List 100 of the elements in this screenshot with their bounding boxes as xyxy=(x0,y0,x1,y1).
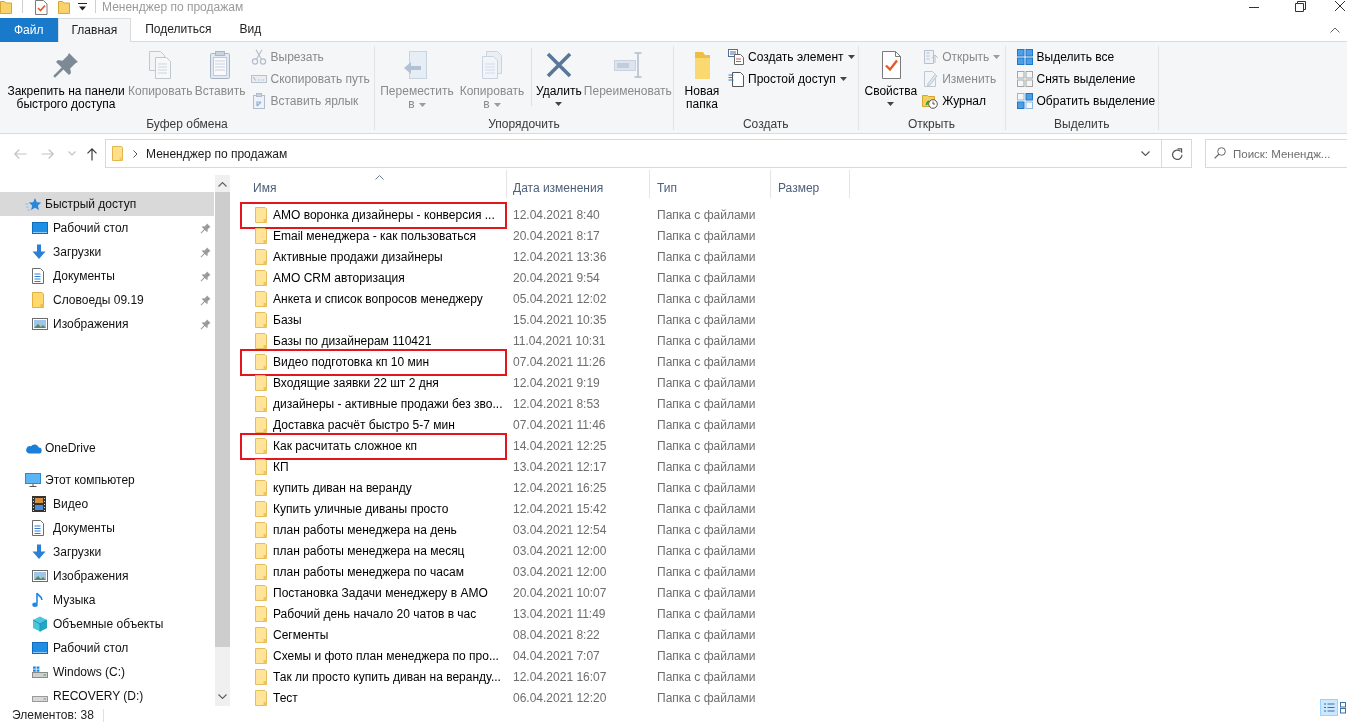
ribbon-button[interactable]: Новая папка xyxy=(680,42,724,116)
file-name[interactable]: дизайнеры - активные продажи без зво... xyxy=(273,396,503,411)
nav-item[interactable]: Видео xyxy=(0,492,214,516)
file-name[interactable]: купить диван на веранду xyxy=(273,480,412,495)
nav-item[interactable]: Рабочий стол xyxy=(0,216,214,240)
drive-icon xyxy=(32,666,48,678)
folder-icon[interactable] xyxy=(0,0,12,14)
file-name[interactable]: план работы менеджера на месяц xyxy=(273,543,465,558)
file-name[interactable]: Сегменты xyxy=(273,627,329,642)
ribbon-tab[interactable]: Поделиться xyxy=(131,18,226,41)
modified-date: 15.04.2021 10:35 xyxy=(512,312,608,327)
nav-item[interactable]: Загрузки xyxy=(0,540,214,564)
document-icon xyxy=(32,268,44,284)
file-type: Папка с файлами xyxy=(656,249,757,264)
file-name[interactable]: Схемы и фото план менеджера по про... xyxy=(273,648,499,663)
ribbon-button[interactable]: Снять выделение xyxy=(1015,68,1159,90)
file-name[interactable]: план работы менеджера по часам xyxy=(273,564,464,579)
ribbon-tab[interactable]: Главная xyxy=(57,18,132,42)
file-name[interactable]: Видео подготовка кп 10 мин xyxy=(273,354,430,369)
scroll-down-icon[interactable] xyxy=(218,694,227,699)
customize-icon[interactable] xyxy=(78,3,87,11)
pin-icon[interactable] xyxy=(200,294,211,306)
nav-item[interactable]: RECOVERY (D:) xyxy=(0,684,214,708)
modified-date: 13.04.2021 12:17 xyxy=(512,459,608,474)
nav-item[interactable]: Изображения xyxy=(0,564,214,588)
folder-icon xyxy=(255,668,268,685)
nav-item[interactable]: Windows (C:) xyxy=(0,660,214,684)
collapse-ribbon-icon[interactable] xyxy=(1330,26,1340,33)
folder-icon xyxy=(255,206,268,223)
file-name[interactable]: Анкета и список вопросов менеджеру xyxy=(273,291,483,306)
column-header[interactable]: Тип xyxy=(650,170,771,198)
file-name[interactable]: АМО воронка дизайнеры - конверсия ... xyxy=(273,207,495,222)
pin-icon[interactable] xyxy=(200,270,211,282)
download-icon xyxy=(32,244,46,260)
file-name[interactable]: Входящие заявки 22 шт 2 дня xyxy=(273,375,439,390)
file-name[interactable]: Постановка Задачи менеджеру в АМО xyxy=(273,585,488,600)
file-name[interactable]: Купить уличные диваны просто xyxy=(273,501,449,516)
file-name[interactable]: Базы xyxy=(273,312,302,327)
scissors-icon xyxy=(250,49,267,65)
scroll-up-icon[interactable] xyxy=(218,182,227,187)
file-menu-tab[interactable]: Файл xyxy=(0,18,58,42)
folder-icon[interactable] xyxy=(58,0,70,14)
ribbon-button[interactable]: Удалить xyxy=(535,42,583,116)
ribbon-button[interactable]: Журнал xyxy=(921,90,1004,112)
cube-icon xyxy=(32,616,48,632)
modified-date: 06.04.2021 12:20 xyxy=(512,690,608,705)
address-field[interactable]: Мененджер по продажам xyxy=(105,139,1162,168)
file-name[interactable]: Тест xyxy=(273,690,298,705)
properties-icon[interactable] xyxy=(35,0,48,15)
pin-icon[interactable] xyxy=(200,246,211,258)
file-name[interactable]: Как расчитать сложное кп xyxy=(273,438,418,453)
ribbon-button[interactable]: Обратить выделение xyxy=(1015,90,1159,112)
file-name[interactable]: план работы менеджера на день xyxy=(273,522,457,537)
nav-item[interactable]: Объемные объекты xyxy=(0,612,214,636)
folder-icon xyxy=(112,146,123,161)
ribbon-button[interactable]: Закрепить на панели быстрого доступа xyxy=(5,42,127,116)
ribbon-button[interactable]: Свойства xyxy=(863,42,919,116)
group-label: Выделить xyxy=(1053,116,1111,133)
nav-item[interactable]: OneDrive xyxy=(0,436,214,460)
column-header[interactable]: Имя xyxy=(231,170,507,198)
column-header[interactable]: Размер xyxy=(771,170,850,198)
nav-item[interactable]: Рабочий стол xyxy=(0,636,214,660)
file-name[interactable]: Активные продажи дизайнеры xyxy=(273,249,443,264)
nav-item[interactable]: Быстрый доступ xyxy=(0,192,214,216)
nav-item[interactable]: Загрузки xyxy=(0,240,214,264)
column-header[interactable]: Дата изменения xyxy=(507,170,650,198)
folder-icon xyxy=(255,290,268,307)
nav-item[interactable]: Словоеды 09.19 xyxy=(0,288,214,312)
nav-item[interactable]: Документы xyxy=(0,264,214,288)
nav-item[interactable]: Изображения xyxy=(0,312,214,336)
dropdown-icon[interactable] xyxy=(1141,151,1150,156)
ribbon-button[interactable]: Создать элемент xyxy=(727,46,858,68)
details-view-icon[interactable] xyxy=(1320,699,1338,716)
ribbon-button[interactable]: Выделить все xyxy=(1015,46,1159,68)
search-field[interactable]: Поиск: Менендж... xyxy=(1205,139,1347,168)
pin-icon[interactable] xyxy=(200,318,211,330)
file-name[interactable]: Email менеджера - как пользоваться xyxy=(273,228,476,243)
modified-date: 04.04.2021 7:07 xyxy=(512,648,601,663)
group-label: Упорядочить xyxy=(487,116,561,133)
folder-icon xyxy=(255,437,268,454)
refresh-button[interactable] xyxy=(1162,139,1192,168)
chevron-right-icon[interactable] xyxy=(133,149,138,158)
nav-item[interactable]: Музыка xyxy=(0,588,214,612)
ribbon-tab[interactable]: Вид xyxy=(225,18,276,41)
file-name[interactable]: Доставка расчёт быстро 5-7 мин xyxy=(273,417,455,432)
folder-icon xyxy=(255,332,268,349)
file-name[interactable]: Так ли просто купить диван на веранду... xyxy=(273,669,501,684)
modified-date: 12.04.2021 9:19 xyxy=(512,375,601,390)
document-icon xyxy=(32,520,44,536)
breadcrumb-item[interactable]: Мененджер по продажам xyxy=(146,146,288,161)
nav-item[interactable]: Документы xyxy=(0,516,214,540)
file-name[interactable]: Базы по дизайнерам 110421 xyxy=(273,333,432,348)
pin-icon[interactable] xyxy=(200,222,211,234)
up-icon[interactable] xyxy=(86,146,98,161)
file-name[interactable]: АМО CRM авторизация xyxy=(273,270,405,285)
large-icons-view-icon[interactable] xyxy=(1338,699,1347,716)
file-name[interactable]: Рабочий день начало 20 чатов в час xyxy=(273,606,477,621)
file-name[interactable]: КП xyxy=(273,459,289,474)
ribbon-button[interactable]: Простой доступ xyxy=(727,68,858,90)
nav-item[interactable]: Этот компьютер xyxy=(0,468,214,492)
